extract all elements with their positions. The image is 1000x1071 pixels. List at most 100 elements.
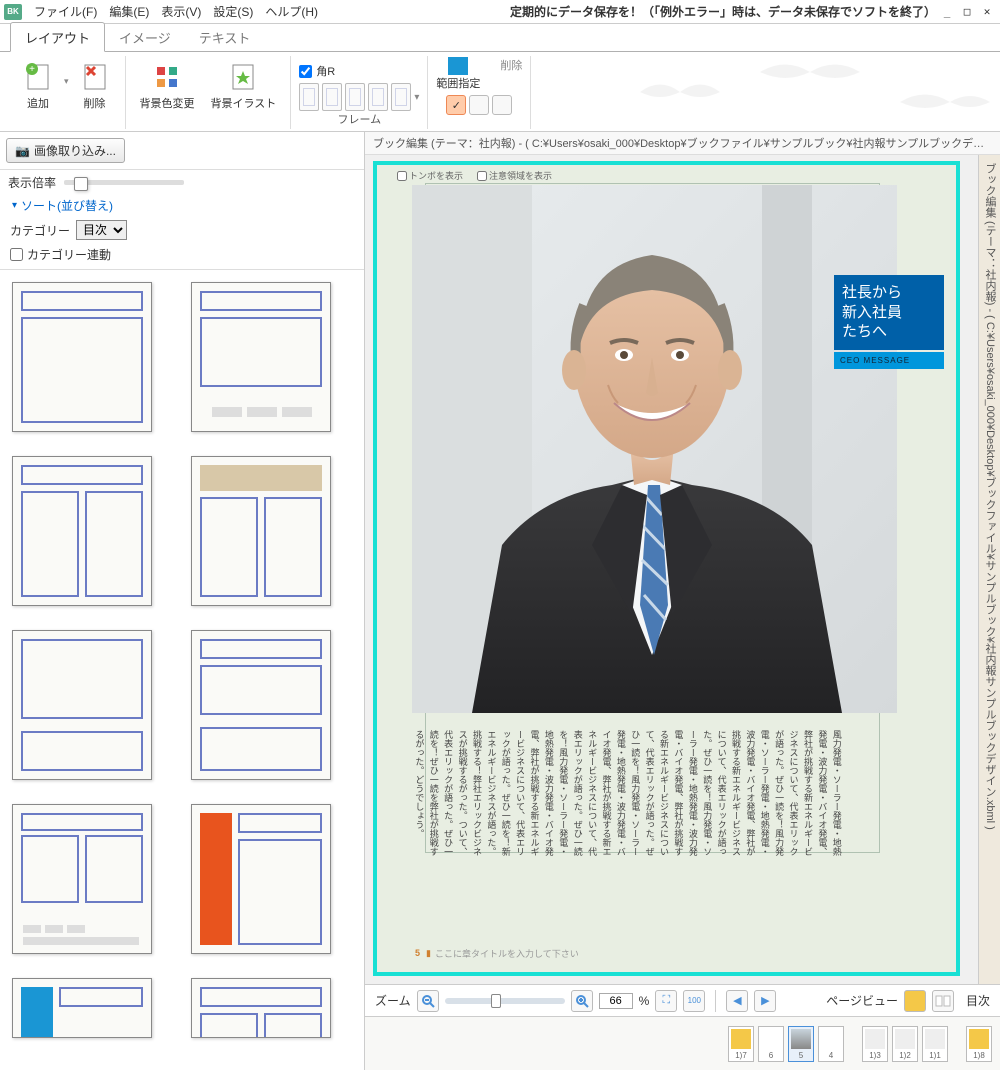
caption-line-3: たちへ — [842, 322, 936, 342]
sel-action-1[interactable]: ✓ — [446, 95, 466, 115]
template-thumb[interactable] — [191, 282, 331, 432]
mini-thumb[interactable]: 1)1 — [922, 1026, 948, 1062]
bgcolor-button[interactable]: 背景色変更 — [134, 59, 201, 113]
footer-placeholder[interactable]: ここに章タイトルを入力して下さい — [435, 947, 579, 960]
mini-thumb[interactable]: 1)3 — [862, 1026, 888, 1062]
body-text: 風力発電・ソーラー発電・地熱発電・波力発電・バイオ発電、弊社が挑戦する新エネルギ… — [412, 730, 844, 860]
bgcolor-label: 背景色変更 — [140, 95, 195, 111]
template-thumb[interactable] — [12, 978, 152, 1038]
caption-subtitle[interactable]: CEO MESSAGE — [834, 352, 944, 369]
template-thumb[interactable] — [191, 804, 331, 954]
import-image-button[interactable]: 📷 画像取り込み... — [6, 138, 125, 163]
mini-thumb[interactable]: 1)2 — [892, 1026, 918, 1062]
tab-layout[interactable]: レイアウト — [10, 22, 105, 52]
minimize-button[interactable]: _ — [938, 4, 956, 20]
body-text-area[interactable]: 風力発電・ソーラー発電・地熱発電・波力発電・バイオ発電、弊社が挑戦する新エネルギ… — [412, 730, 906, 860]
caption-line-2: 新入社員 — [842, 303, 936, 323]
zoom-100-button[interactable]: 100 — [683, 990, 705, 1012]
import-bar: 📷 画像取り込み... — [0, 132, 364, 170]
fit-width-button[interactable]: ⛶ — [655, 990, 677, 1012]
add-page-button[interactable]: + 追加 — [16, 59, 60, 113]
document-title: ブック編集 (テーマ：社内報) - ( C:¥Users¥osaki_000¥D… — [365, 132, 1000, 155]
mini-thumb[interactable]: 1)8 — [966, 1026, 992, 1062]
pageview-single-button[interactable] — [904, 990, 926, 1012]
toc-button[interactable]: 目次 — [966, 992, 990, 1009]
frame-group-label: フレーム — [337, 111, 381, 129]
page[interactable]: トンボを表示 注意領域を表示 — [377, 165, 956, 972]
zoom-slider[interactable] — [64, 180, 184, 185]
tab-image[interactable]: イメージ — [105, 23, 185, 51]
prev-page-button[interactable]: ◀ — [726, 990, 748, 1012]
category-link-checkbox[interactable] — [10, 248, 23, 261]
zoom-slider[interactable] — [445, 998, 565, 1004]
page-thumbnail-strip: 1)7 6 5 4 1)3 1)2 1)1 1)8 — [365, 1016, 1000, 1070]
frame-more-icon[interactable]: ▾ — [414, 92, 419, 103]
roundr-checkbox[interactable]: 角R — [299, 63, 335, 79]
page-frame: トンボを表示 注意領域を表示 — [373, 161, 960, 976]
template-thumb[interactable] — [191, 456, 331, 606]
page-number: 5 — [415, 948, 420, 958]
category-select[interactable]: 目次 — [76, 220, 127, 240]
menu-help[interactable]: ヘルプ(H) — [259, 3, 324, 20]
ribbon: + 追加 ▾ 削除 背景色変更 背景イラスト 角R — [0, 52, 1000, 132]
frame-style-2[interactable] — [322, 83, 342, 111]
delete-page-icon — [79, 61, 111, 93]
mini-thumb[interactable]: 4 — [818, 1026, 844, 1062]
zoom-value-input[interactable] — [599, 993, 633, 1009]
sel-delete-label: 削除 — [500, 57, 522, 73]
ceo-photo[interactable] — [412, 185, 897, 713]
dropdown-arrow-icon[interactable]: ▾ — [64, 76, 69, 87]
mini-thumb[interactable]: 6 — [758, 1026, 784, 1062]
ribbon-group-background: 背景色変更 背景イラスト — [126, 56, 292, 129]
template-thumb[interactable] — [12, 456, 152, 606]
frame-style-4[interactable] — [368, 83, 388, 111]
menu-file[interactable]: ファイル(F) — [28, 3, 103, 20]
side-tab[interactable]: ブック編集 (テーマ：社内報) - ( C:¥Users¥osaki_000¥D… — [978, 155, 1000, 984]
maximize-button[interactable]: □ — [958, 4, 976, 20]
zoom-percent-label: % — [639, 994, 650, 1008]
zoom-label: 表示倍率 — [8, 174, 56, 191]
menu-settings[interactable]: 設定(S) — [207, 3, 259, 20]
trim-checkbox[interactable]: トンボを表示 — [397, 169, 463, 182]
frame-style-3[interactable] — [345, 83, 365, 111]
main-area: 📷 画像取り込み... 表示倍率 ▾ ソート(並び替え) カテゴリー 目次 カテ… — [0, 132, 1000, 1070]
add-page-label: 追加 — [27, 95, 49, 111]
next-page-button[interactable]: ▶ — [754, 990, 776, 1012]
close-button[interactable]: ✕ — [978, 4, 996, 20]
person-photo-icon — [412, 185, 897, 713]
frame-style-5[interactable] — [391, 83, 411, 111]
right-area: ブック編集 (テーマ：社内報) - ( C:¥Users¥osaki_000¥D… — [365, 132, 1000, 1070]
mini-thumb[interactable]: 1)7 — [728, 1026, 754, 1062]
safe-area-checkbox[interactable]: 注意領域を表示 — [477, 169, 552, 182]
mini-thumb[interactable]: 5 — [788, 1026, 814, 1062]
template-thumb[interactable] — [12, 804, 152, 954]
category-link-label: カテゴリー連動 — [27, 246, 111, 263]
zoom-out-button[interactable] — [417, 990, 439, 1012]
pageview-label: ページビュー — [826, 992, 898, 1009]
frame-style-1[interactable] — [299, 83, 319, 111]
tab-text[interactable]: テキスト — [185, 23, 265, 51]
caption-line-1: 社長から — [842, 283, 936, 303]
delete-page-button[interactable]: 削除 — [73, 59, 117, 113]
template-thumbnail-grid[interactable] — [0, 270, 364, 1070]
zoom-label: ズーム — [375, 992, 411, 1009]
zoom-in-button[interactable] — [571, 990, 593, 1012]
import-image-label: 画像取り込み... — [34, 142, 116, 159]
sel-action-2[interactable] — [469, 95, 489, 115]
template-thumb[interactable] — [12, 282, 152, 432]
sort-link[interactable]: ▾ ソート(並び替え) — [0, 195, 364, 216]
bgillust-button[interactable]: 背景イラスト — [205, 59, 283, 113]
template-thumb[interactable] — [191, 978, 331, 1038]
sort-label: ソート(並び替え) — [21, 197, 113, 214]
zoom-bar: ズーム % ⛶ 100 ◀ ▶ ページビュー 目次 — [365, 984, 1000, 1016]
template-thumb[interactable] — [191, 630, 331, 780]
sel-action-3[interactable] — [492, 95, 512, 115]
menu-view[interactable]: 表示(V) — [155, 3, 207, 20]
caption-box[interactable]: 社長から 新入社員 たちへ — [834, 275, 944, 350]
menu-edit[interactable]: 編集(E) — [103, 3, 155, 20]
pageview-spread-button[interactable] — [932, 990, 954, 1012]
canvas-area[interactable]: トンボを表示 注意領域を表示 — [365, 155, 978, 984]
warning-text: 定期的にデータ保存を！（「例外エラー」時は、データ未保存でソフトを終了） — [510, 3, 936, 20]
template-thumb[interactable] — [12, 630, 152, 780]
range-icon[interactable] — [448, 57, 468, 75]
